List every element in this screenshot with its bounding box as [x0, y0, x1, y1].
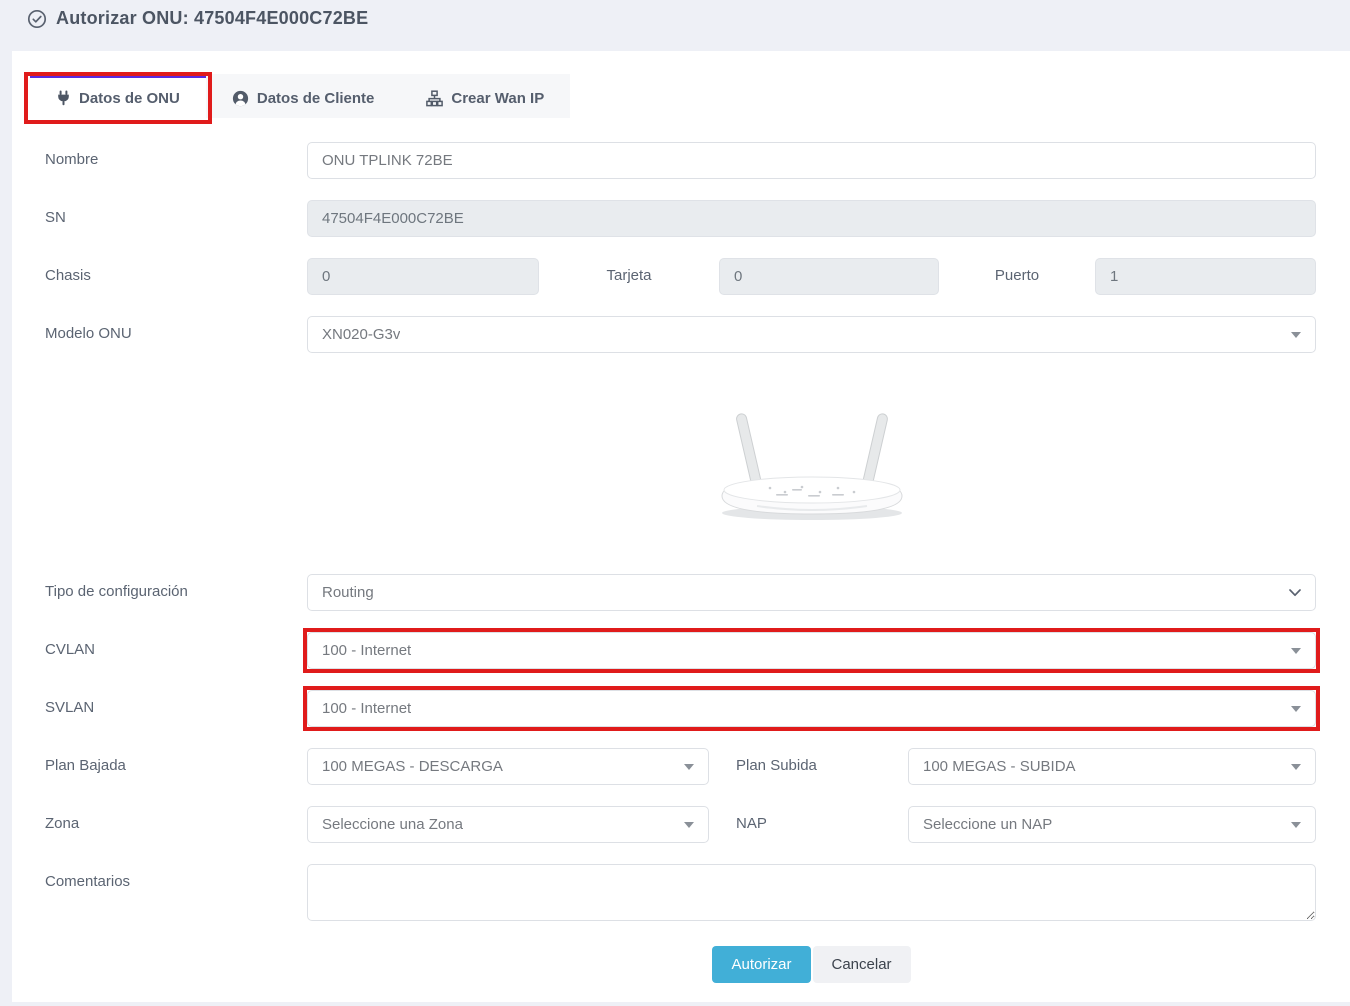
chasis-input	[307, 258, 539, 295]
caret-down-icon	[1291, 332, 1301, 338]
zona-value: Seleccione una Zona	[322, 816, 463, 833]
cancel-button[interactable]: Cancelar	[813, 946, 911, 983]
modelo-onu-label: Modelo ONU	[45, 316, 307, 342]
zona-select[interactable]: Seleccione una Zona	[307, 806, 709, 843]
plan-bajada-select[interactable]: 100 MEGAS - DESCARGA	[307, 748, 709, 785]
caret-down-icon	[684, 764, 694, 770]
form-row-planes: Plan Bajada 100 MEGAS - DESCARGA Plan Su…	[45, 748, 1316, 785]
sn-input	[307, 200, 1316, 237]
nap-select[interactable]: Seleccione un NAP	[908, 806, 1316, 843]
form-row-router-image	[45, 406, 1316, 524]
tipo-configuracion-select[interactable]: Routing	[307, 574, 1316, 611]
caret-down-icon	[1291, 648, 1301, 654]
modelo-onu-value: XN020-G3v	[322, 326, 400, 343]
form-row-nombre: Nombre	[45, 142, 1316, 179]
tab-bar: Datos de ONU Datos de Cliente	[30, 74, 570, 118]
cvlan-select[interactable]: 100 - Internet	[307, 632, 1316, 669]
caret-down-icon	[1291, 706, 1301, 712]
page-title: Autorizar ONU: 47504F4E000C72BE	[56, 8, 368, 29]
nombre-input[interactable]	[307, 142, 1316, 179]
sn-label: SN	[45, 200, 307, 226]
zona-label: Zona	[45, 806, 307, 832]
tab-label: Crear Wan IP	[451, 90, 544, 107]
tab-datos-de-onu[interactable]: Datos de ONU	[30, 74, 206, 118]
plug-icon	[56, 90, 71, 106]
tarjeta-input	[719, 258, 939, 295]
form-row-svlan: SVLAN 100 - Internet	[45, 690, 1316, 727]
tipo-configuracion-label: Tipo de configuración	[45, 574, 307, 600]
tab-label: Datos de Cliente	[257, 90, 375, 107]
form-row-sn: SN	[45, 200, 1316, 237]
cvlan-label: CVLAN	[45, 632, 307, 658]
authorize-button[interactable]: Autorizar	[712, 946, 810, 983]
sitemap-icon	[426, 90, 443, 107]
content-card: Datos de ONU Datos de Cliente	[12, 51, 1350, 1002]
annotation-box-svlan	[303, 686, 1320, 731]
svlan-select[interactable]: 100 - Internet	[307, 690, 1316, 727]
check-circle-icon	[27, 9, 47, 29]
cvlan-value: 100 - Internet	[322, 642, 411, 659]
svlan-value: 100 - Internet	[322, 700, 411, 717]
modelo-onu-select[interactable]: XN020-G3v	[307, 316, 1316, 353]
nombre-label: Nombre	[45, 142, 307, 168]
tipo-configuracion-value: Routing	[322, 584, 374, 601]
caret-down-icon	[1291, 764, 1301, 770]
chasis-label: Chasis	[45, 258, 307, 284]
nap-value: Seleccione un NAP	[923, 816, 1052, 833]
plan-subida-label: Plan Subida	[709, 748, 908, 774]
caret-down-icon	[1291, 822, 1301, 828]
svlan-label: SVLAN	[45, 690, 307, 716]
plan-subida-select[interactable]: 100 MEGAS - SUBIDA	[908, 748, 1316, 785]
comentarios-label: Comentarios	[45, 864, 307, 890]
form-row-tipo-configuracion: Tipo de configuración Routing	[45, 574, 1316, 611]
form-row-modelo-onu: Modelo ONU XN020-G3v	[45, 316, 1316, 353]
tarjeta-label: Tarjeta	[539, 258, 719, 284]
puerto-input	[1095, 258, 1316, 295]
form-row-cvlan: CVLAN 100 - Internet	[45, 632, 1316, 669]
tab-crear-wan-ip[interactable]: Crear Wan IP	[400, 74, 570, 118]
caret-down-icon	[684, 822, 694, 828]
plan-subida-value: 100 MEGAS - SUBIDA	[923, 758, 1076, 775]
tab-datos-de-cliente[interactable]: Datos de Cliente	[206, 74, 401, 118]
page-header: Autorizar ONU: 47504F4E000C72BE	[0, 0, 1350, 51]
form-row-comentarios: Comentarios	[45, 864, 1316, 921]
tab-label: Datos de ONU	[79, 90, 180, 107]
form-actions: Autorizar Cancelar	[45, 946, 1316, 983]
plan-bajada-value: 100 MEGAS - DESCARGA	[322, 758, 503, 775]
puerto-label: Puerto	[939, 258, 1095, 284]
chevron-down-icon	[1289, 584, 1301, 601]
nap-label: NAP	[709, 806, 908, 832]
comentarios-textarea[interactable]	[307, 864, 1316, 921]
user-circle-icon	[232, 90, 249, 107]
onu-router-image	[712, 406, 912, 524]
form-row-zona-nap: Zona Seleccione una Zona NAP Seleccione …	[45, 806, 1316, 843]
annotation-box-cvlan	[303, 628, 1320, 673]
form-row-chasis: Chasis Tarjeta Puerto	[45, 258, 1316, 295]
plan-bajada-label: Plan Bajada	[45, 748, 307, 774]
